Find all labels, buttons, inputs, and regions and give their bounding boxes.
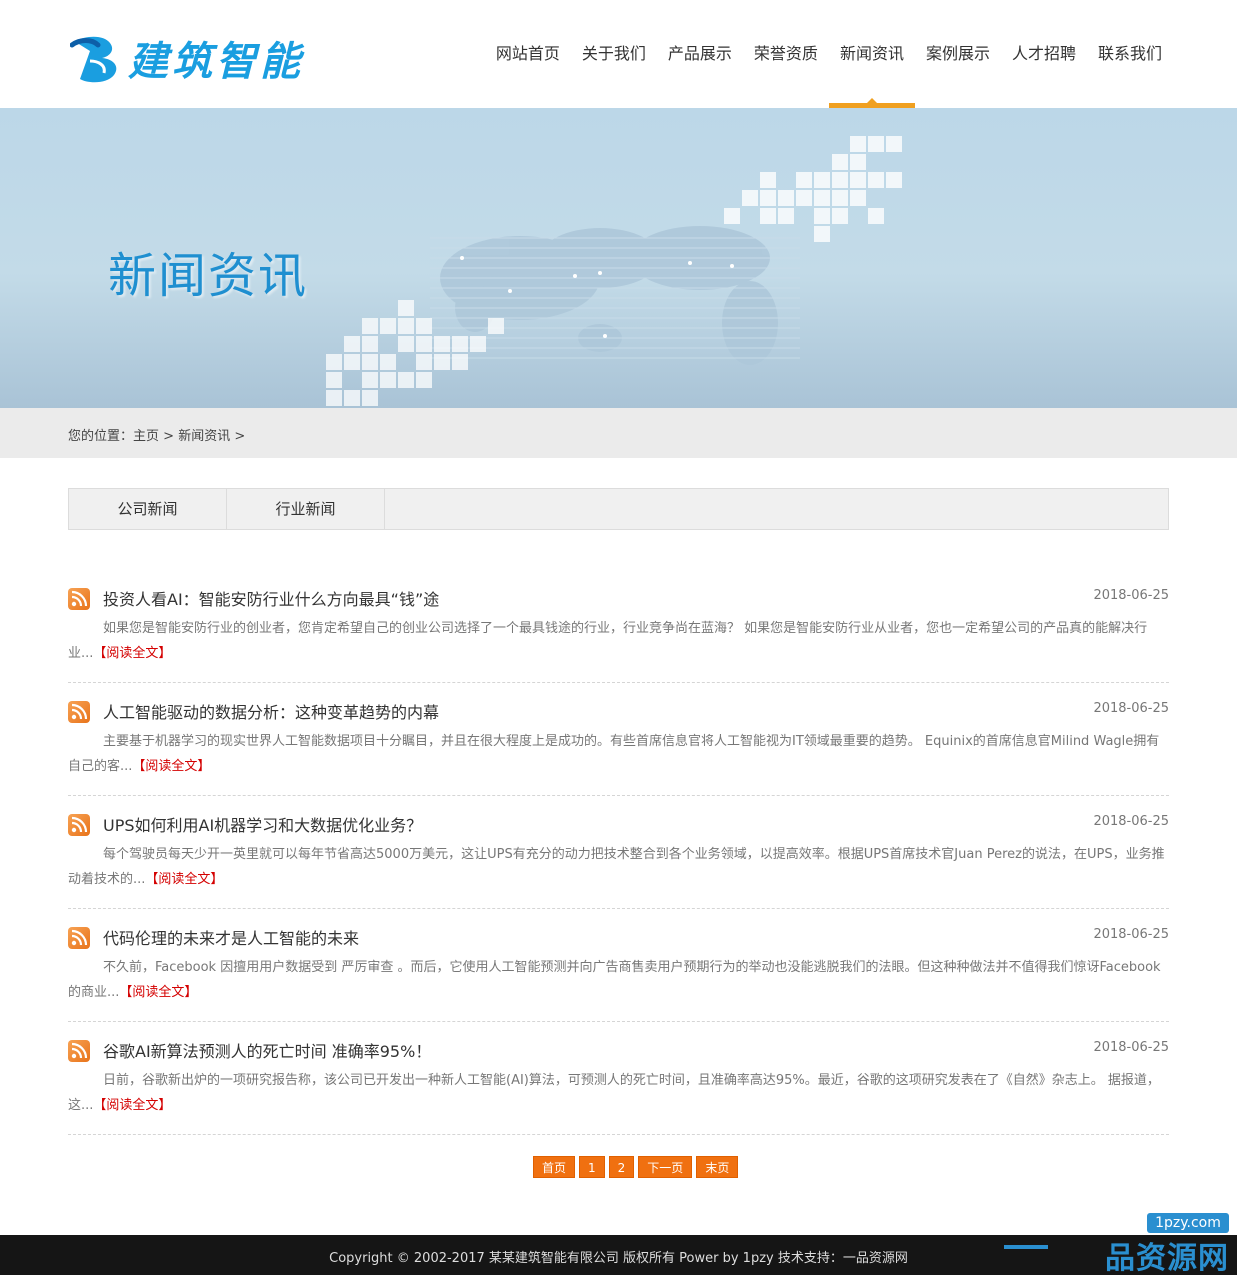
news-summary-text: 如果您是智能安防行业的创业者，您肯定希望自己的创业公司选择了一个最具钱途的行业，… [68,621,1148,661]
main-nav: 网站首页 关于我们 产品展示 荣誉资质 新闻资讯 案例展示 人才招聘 联系我们 [485,0,1173,108]
rss-icon [68,701,90,723]
nav-item-about[interactable]: 关于我们 [571,0,657,108]
logo-b-icon [70,36,117,83]
news-item: 人工智能驱动的数据分析：这种变革趋势的内幕 2018-06-25 主要基于机器学… [68,683,1169,796]
watermark-line [1004,1245,1048,1249]
news-summary-text: 主要基于机器学习的现实世界人工智能数据项目十分瞩目，并且在很大程度上是成功的。有… [68,734,1160,774]
watermark-logo: 1pzy.com 品资源网 [1004,1213,1229,1275]
nav-item-home[interactable]: 网站首页 [485,0,571,108]
nav-item-cases[interactable]: 案例展示 [915,0,1001,108]
news-category-tabs: 公司新闻 行业新闻 [68,488,1169,530]
pager-page-2[interactable]: 2 [608,1156,635,1178]
rss-icon [68,927,90,949]
pager-last-button[interactable]: 末页 [696,1156,739,1178]
news-date: 2018-06-25 [1093,701,1169,716]
pagination: 首页 1 2 下一页 末页 [533,1156,742,1178]
read-more-link[interactable]: 【阅读全文】 [145,872,223,887]
nav-item-jobs[interactable]: 人才招聘 [1001,0,1087,108]
news-item: UPS如何利用AI机器学习和大数据优化业务？ 2018-06-25 每个驾驶员每… [68,796,1169,909]
nav-item-honors[interactable]: 荣誉资质 [743,0,829,108]
news-item: 代码伦理的未来才是人工智能的未来 2018-06-25 不久前，Facebook… [68,909,1169,1022]
breadcrumb: 您的位置：主页 > 新闻资讯 > [68,425,245,444]
page-banner: 新闻资讯 [0,108,1237,408]
breadcrumb-separator: > [159,429,179,444]
news-item: 投资人看AI：智能安防行业什么方向最具“钱”途 2018-06-25 如果您是智… [68,570,1169,683]
news-title-link[interactable]: 投资人看AI：智能安防行业什么方向最具“钱”途 [103,586,439,610]
news-summary-text: 日前，谷歌新出炉的一项研究报告称，该公司已开发出一种新人工智能(AI)算法，可预… [68,1073,1160,1113]
news-title-link[interactable]: 谷歌AI新算法预测人的死亡时间 准确率95%！ [103,1038,431,1062]
pager-page-1[interactable]: 1 [579,1156,605,1178]
pager-next-button[interactable]: 下一页 [638,1156,693,1178]
breadcrumb-prefix: 您的位置： [68,429,134,444]
rss-icon [68,588,90,610]
breadcrumb-separator: > [230,429,246,444]
breadcrumb-home-link[interactable]: 主页 [133,429,159,444]
news-summary: 如果您是智能安防行业的创业者，您肯定希望自己的创业公司选择了一个最具钱途的行业，… [68,616,1169,666]
read-more-link[interactable]: 【阅读全文】 [119,985,197,1000]
news-summary: 每个驾驶员每天少开一英里就可以每年节省高达5000万美元，这让UPS有充分的动力… [68,842,1169,892]
news-summary: 日前，谷歌新出炉的一项研究报告称，该公司已开发出一种新人工智能(AI)算法，可预… [68,1068,1169,1118]
news-summary-text: 每个驾驶员每天少开一英里就可以每年节省高达5000万美元，这让UPS有充分的动力… [68,847,1165,887]
tab-industry-news[interactable]: 行业新闻 [227,489,385,529]
news-date: 2018-06-25 [1093,927,1169,942]
watermark-text: 品资源网 [1105,1241,1229,1275]
news-title-link[interactable]: 代码伦理的未来才是人工智能的未来 [103,925,359,949]
read-more-link[interactable]: 【阅读全文】 [93,1098,171,1113]
news-summary-text: 不久前，Facebook 因擅用用户数据受到 严厉审查 。而后，它使用人工智能预… [68,960,1161,1000]
rss-icon [68,814,90,836]
nav-item-products[interactable]: 产品展示 [657,0,743,108]
news-date: 2018-06-25 [1093,814,1169,829]
tab-company-news[interactable]: 公司新闻 [69,489,227,529]
nav-item-contact[interactable]: 联系我们 [1087,0,1173,108]
breadcrumb-news-link[interactable]: 新闻资讯 [178,429,230,444]
news-summary: 不久前，Facebook 因擅用用户数据受到 严厉审查 。而后，它使用人工智能预… [68,955,1169,1005]
pager-first-button[interactable]: 首页 [533,1156,576,1178]
news-date: 2018-06-25 [1093,1040,1169,1055]
news-item: 谷歌AI新算法预测人的死亡时间 准确率95%！ 2018-06-25 日前，谷歌… [68,1022,1169,1135]
header: 建筑智能 网站首页 关于我们 产品展示 荣誉资质 新闻资讯 案例展示 人才招聘 … [0,0,1237,108]
nav-item-news[interactable]: 新闻资讯 [828,0,915,108]
read-more-link[interactable]: 【阅读全文】 [132,759,210,774]
rss-icon [68,1040,90,1062]
read-more-link[interactable]: 【阅读全文】 [93,646,171,661]
logo-text: 建筑智能 [128,39,304,85]
news-summary: 主要基于机器学习的现实世界人工智能数据项目十分瞩目，并且在很大程度上是成功的。有… [68,729,1169,779]
news-date: 2018-06-25 [1093,588,1169,603]
banner-title: 新闻资讯 [108,248,309,304]
news-title-link[interactable]: UPS如何利用AI机器学习和大数据优化业务？ [103,812,422,836]
watermark-url: 1pzy.com [1147,1213,1229,1233]
site-logo[interactable]: 建筑智能 [70,30,304,86]
news-title-link[interactable]: 人工智能驱动的数据分析：这种变革趋势的内幕 [103,699,439,723]
breadcrumb-bar: 您的位置：主页 > 新闻资讯 > [0,408,1237,458]
